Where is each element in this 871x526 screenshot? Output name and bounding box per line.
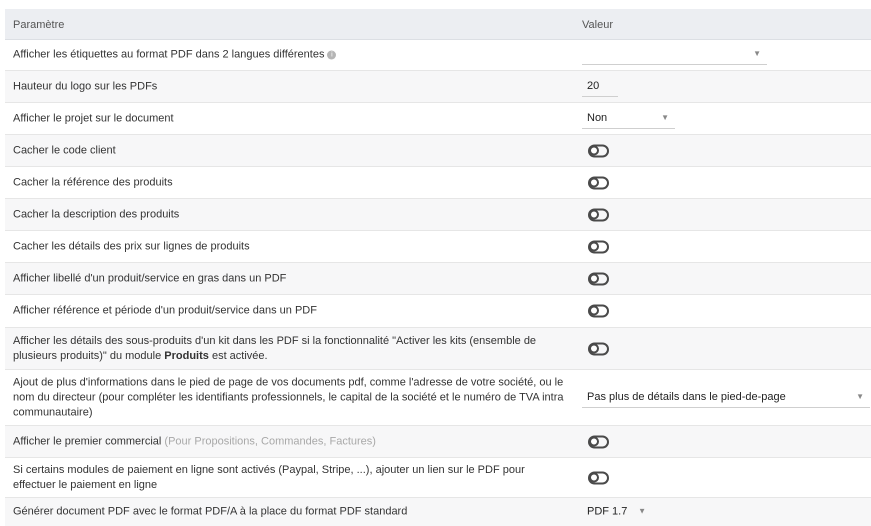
table-row: Si certains modules de paiement en ligne… xyxy=(5,458,871,498)
hint-text: (Pour Propositions, Commandes, Factures) xyxy=(164,435,376,447)
table-row: Afficher le premier commercial (Pour Pro… xyxy=(5,426,871,458)
row-label: Cacher le code client xyxy=(13,144,116,156)
row-label: Cacher la description des produits xyxy=(13,208,180,220)
row-label: Afficher les étiquettes au format PDF da… xyxy=(13,48,568,63)
row-value: 20 xyxy=(582,77,618,97)
row-value xyxy=(582,240,609,253)
row-value xyxy=(582,304,609,318)
row-label: Cacher la référence des produits xyxy=(13,176,173,188)
header-param: Paramètre xyxy=(13,19,65,31)
row-value xyxy=(582,272,609,285)
table-row: Cacher la référence des produits xyxy=(5,167,871,199)
table-row: Afficher le projet sur le document Non ▼ xyxy=(5,103,871,135)
toggle-off-icon[interactable] xyxy=(588,240,609,253)
row-value: Pas plus de détails dans le pied-de-page… xyxy=(582,388,870,408)
table-row: Générer document PDF avec le format PDF/… xyxy=(5,498,871,526)
show-project-select[interactable]: Non ▼ xyxy=(582,109,675,129)
row-label: Afficher les détails des sous-produits d… xyxy=(13,334,537,362)
row-value xyxy=(582,176,609,189)
toggle-off-icon[interactable] xyxy=(588,272,609,285)
toggle-off-icon[interactable] xyxy=(588,435,609,448)
toggle-off-icon[interactable] xyxy=(588,342,609,355)
settings-table: Paramètre Valeur Afficher les étiquettes… xyxy=(5,9,871,526)
row-label: Afficher libellé d'un produit/service en… xyxy=(13,272,287,284)
row-value xyxy=(582,471,609,484)
row-label: Hauteur du logo sur les PDFs xyxy=(13,80,158,92)
table-row: Cacher la description des produits xyxy=(5,199,871,231)
row-label: Ajout de plus d'informations dans le pie… xyxy=(13,376,564,418)
row-label: Afficher le premier commercial (Pour Pro… xyxy=(13,435,376,447)
row-value xyxy=(582,208,609,221)
row-label: Si certains modules de paiement en ligne… xyxy=(13,463,525,491)
table-row: Afficher les étiquettes au format PDF da… xyxy=(5,40,871,71)
pdf-format-select[interactable]: PDF 1.7 ▼ xyxy=(582,503,652,522)
row-value xyxy=(582,435,609,448)
toggle-off-icon[interactable] xyxy=(588,304,609,318)
table-row: Hauteur du logo sur les PDFs 20 xyxy=(5,71,871,103)
row-value: PDF 1.7 ▼ xyxy=(582,503,652,522)
row-label: Générer document PDF avec le format PDF/… xyxy=(13,505,408,518)
table-row: Afficher référence et période d'un produ… xyxy=(5,295,871,328)
table-row: Ajout de plus d'informations dans le pie… xyxy=(5,370,871,426)
chevron-down-icon: ▼ xyxy=(661,112,669,122)
header-value: Valeur xyxy=(582,19,613,31)
logo-height-input[interactable]: 20 xyxy=(582,77,618,97)
row-value xyxy=(582,144,609,157)
row-value: Non ▼ xyxy=(582,109,675,129)
footer-details-select[interactable]: Pas plus de détails dans le pied-de-page… xyxy=(582,388,870,408)
module-name: Produits xyxy=(164,349,209,362)
row-value: ▼ xyxy=(582,45,767,65)
toggle-off-icon[interactable] xyxy=(588,208,609,221)
chevron-down-icon: ▼ xyxy=(638,506,646,516)
table-row: Afficher libellé d'un produit/service en… xyxy=(5,263,871,295)
languages-select[interactable]: ▼ xyxy=(582,45,767,65)
table-row: Afficher les détails des sous-produits d… xyxy=(5,328,871,370)
table-row: Cacher le code client xyxy=(5,135,871,167)
info-icon[interactable]: i xyxy=(327,50,337,60)
chevron-down-icon: ▼ xyxy=(753,49,761,58)
table-row: Cacher les détails des prix sur lignes d… xyxy=(5,231,871,263)
row-label: Afficher référence et période d'un produ… xyxy=(13,304,317,317)
toggle-off-icon[interactable] xyxy=(588,176,609,189)
table-header: Paramètre Valeur xyxy=(5,9,871,40)
row-label: Afficher le projet sur le document xyxy=(13,112,174,124)
toggle-off-icon[interactable] xyxy=(588,144,609,157)
row-value xyxy=(582,342,609,355)
toggle-off-icon[interactable] xyxy=(588,471,609,484)
row-label: Cacher les détails des prix sur lignes d… xyxy=(13,240,250,252)
chevron-down-icon: ▼ xyxy=(856,391,864,401)
